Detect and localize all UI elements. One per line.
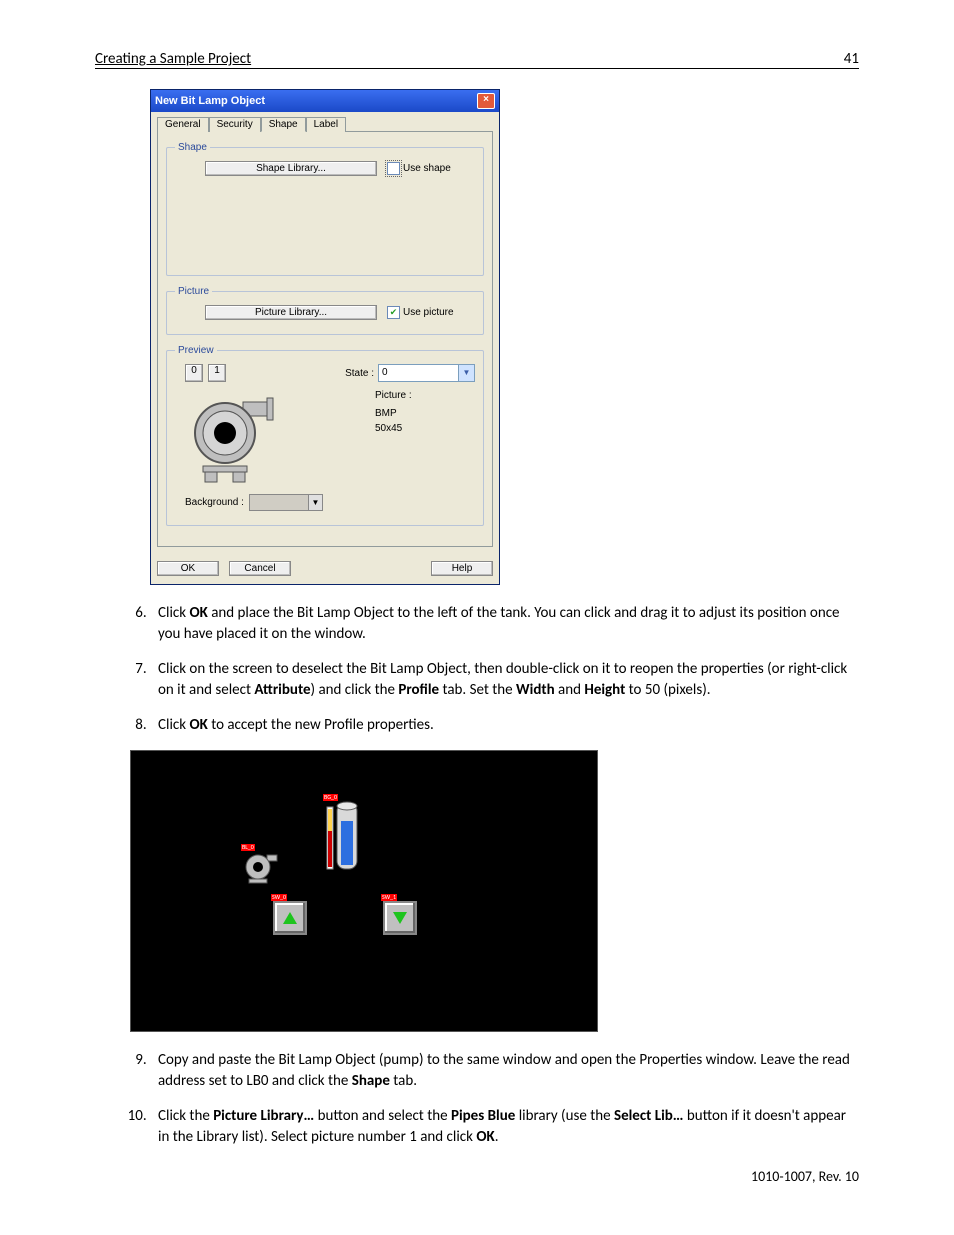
group-picture-legend: Picture bbox=[175, 286, 212, 297]
state-0-button[interactable]: 0 bbox=[185, 364, 203, 382]
checkbox-icon: ✔ bbox=[387, 306, 400, 319]
help-button[interactable]: Help bbox=[431, 561, 493, 576]
group-picture: Picture Picture Library... ✔ Use picture bbox=[166, 286, 484, 335]
arrow-down-icon bbox=[383, 901, 417, 935]
state-1-button[interactable]: 1 bbox=[208, 364, 226, 382]
ok-button[interactable]: OK bbox=[157, 561, 219, 576]
footer: 1010-1007, Rev. 10 bbox=[95, 1168, 859, 1185]
titlebar: New Bit Lamp Object × bbox=[151, 90, 499, 112]
object-label: SW_1 bbox=[381, 894, 397, 901]
dialog-new-bit-lamp: New Bit Lamp Object × General Security S… bbox=[150, 89, 500, 585]
tab-label[interactable]: Label bbox=[306, 117, 346, 132]
group-preview: Preview 0 1 State : 0 ▼ bbox=[166, 345, 484, 526]
use-shape-label: Use shape bbox=[403, 163, 451, 174]
close-icon[interactable]: × bbox=[477, 93, 495, 109]
arrow-up-icon bbox=[273, 901, 307, 935]
tank-object[interactable]: BG_0 bbox=[325, 801, 359, 882]
pump-object[interactable]: BL_0 bbox=[243, 851, 281, 890]
tab-general[interactable]: General bbox=[157, 117, 209, 132]
state-combo[interactable]: 0 ▼ bbox=[378, 364, 475, 382]
step-8: Click OK to accept the new Profile prope… bbox=[150, 715, 859, 736]
tab-shape[interactable]: Shape bbox=[261, 117, 306, 132]
picture-type: BMP bbox=[375, 406, 412, 421]
picture-size: 50x45 bbox=[375, 421, 412, 436]
use-shape-checkbox[interactable]: Use shape bbox=[387, 162, 451, 175]
down-button-object[interactable]: SW_1 bbox=[383, 901, 417, 935]
step-9: Copy and paste the Bit Lamp Object (pump… bbox=[150, 1050, 859, 1092]
background-color-combo[interactable]: ▼ bbox=[249, 494, 323, 511]
shape-library-button[interactable]: Shape Library... bbox=[205, 161, 377, 176]
step-10: Click the Picture Library… button and se… bbox=[150, 1106, 859, 1148]
state-value: 0 bbox=[379, 365, 458, 381]
group-shape-legend: Shape bbox=[175, 142, 210, 153]
group-preview-legend: Preview bbox=[175, 345, 217, 356]
use-picture-label: Use picture bbox=[403, 307, 454, 318]
picture-label: Picture : bbox=[375, 388, 412, 403]
tab-security[interactable]: Security bbox=[209, 117, 261, 132]
instruction-list-2: Copy and paste the Bit Lamp Object (pump… bbox=[95, 1050, 859, 1148]
cancel-button[interactable]: Cancel bbox=[229, 561, 291, 576]
picture-library-button[interactable]: Picture Library... bbox=[205, 305, 377, 320]
group-shape: Shape Shape Library... Use shape bbox=[166, 142, 484, 276]
step-6: Click OK and place the Bit Lamp Object t… bbox=[150, 603, 859, 645]
chevron-down-icon: ▼ bbox=[458, 365, 474, 381]
chevron-down-icon: ▼ bbox=[308, 495, 322, 510]
use-picture-checkbox[interactable]: ✔ Use picture bbox=[387, 306, 454, 319]
color-swatch bbox=[250, 495, 308, 510]
tab-strip: General Security Shape Label bbox=[157, 116, 493, 131]
page-header: Creating a Sample Project 41 bbox=[95, 50, 859, 69]
preview-info: Picture : BMP 50x45 bbox=[375, 388, 412, 436]
preview-image bbox=[185, 388, 285, 488]
step-7: Click on the screen to deselect the Bit … bbox=[150, 659, 859, 701]
dialog-buttons: OK Cancel Help bbox=[151, 553, 499, 584]
object-label: BL_0 bbox=[241, 844, 255, 851]
background-label: Background : bbox=[185, 497, 244, 508]
header-title: Creating a Sample Project bbox=[95, 50, 251, 68]
hmi-screenshot: BL_0 BG_0 SW_0 SW_1 bbox=[130, 750, 598, 1032]
instruction-list: Click OK and place the Bit Lamp Object t… bbox=[95, 603, 859, 736]
object-label: BG_0 bbox=[323, 794, 338, 801]
state-label: State : bbox=[345, 368, 374, 379]
tab-panel: Shape Shape Library... Use shape Picture… bbox=[157, 131, 493, 547]
page-number: 41 bbox=[844, 50, 859, 68]
object-label: SW_0 bbox=[271, 894, 287, 901]
dialog-title: New Bit Lamp Object bbox=[155, 95, 265, 107]
up-button-object[interactable]: SW_0 bbox=[273, 901, 307, 935]
checkbox-icon bbox=[387, 162, 400, 175]
